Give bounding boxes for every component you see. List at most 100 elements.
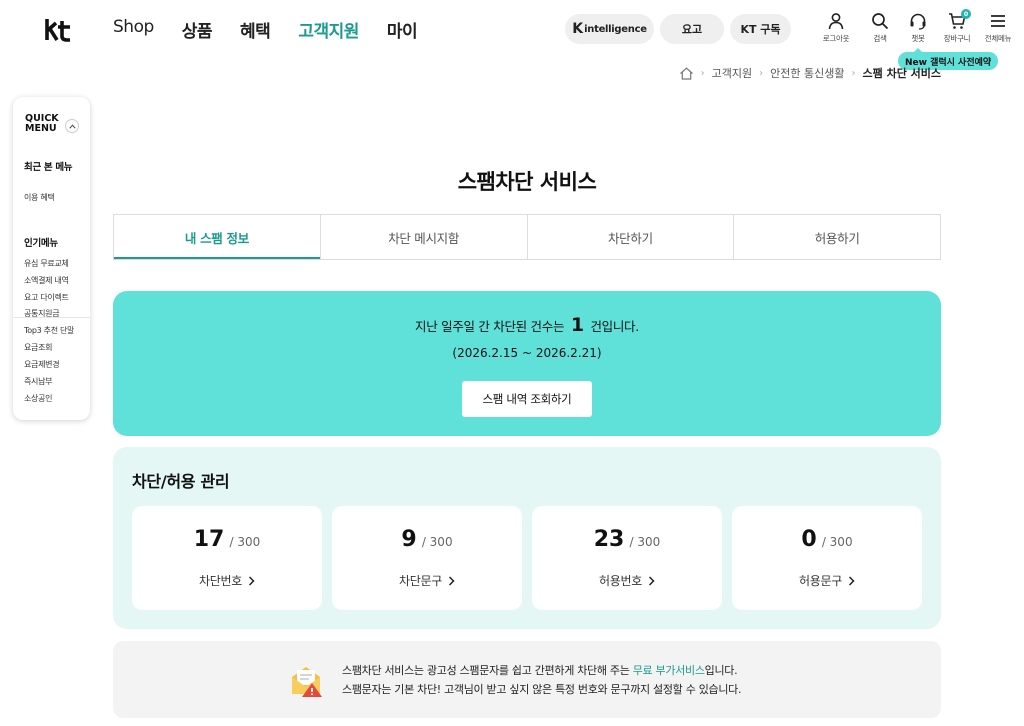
- quick-menu-title-line-2: MENU: [25, 123, 57, 134]
- nav-shop[interactable]: Shop: [113, 17, 154, 42]
- card-count: 0 / 300: [732, 527, 922, 552]
- chevron-up-icon: [68, 123, 76, 129]
- blocked-phrases-count: 9: [401, 527, 417, 552]
- nav-products[interactable]: 상품: [182, 17, 213, 42]
- nav-benefits[interactable]: 혜택: [240, 17, 271, 42]
- allowed-phrases-card[interactable]: 0 / 300 허용문구: [732, 506, 922, 610]
- block-count-value: 1: [570, 314, 584, 336]
- k-intelligence-label: intelligence: [584, 23, 647, 35]
- chatbot-label: 챗봇: [911, 34, 925, 43]
- blocked-phrases-label: 차단문구: [399, 574, 442, 588]
- service-info-line-1-prefix: 스팸차단 서비스는 광고성 스팸문자를 쉽고 간편하게 차단해 주는: [342, 664, 630, 677]
- search-label: 검색: [873, 34, 887, 43]
- logout-label: 로그아웃: [822, 34, 850, 43]
- main-nav: Shop 상품 혜택 고객지원 마이: [113, 17, 445, 42]
- allowed-numbers-limit: / 300: [629, 535, 661, 549]
- popular-menu-item[interactable]: 요금조회: [24, 342, 53, 353]
- all-menu-button[interactable]: 전체메뉴: [978, 12, 1018, 44]
- nav-customer-support[interactable]: 고객지원: [298, 17, 359, 42]
- search-icon: [872, 13, 889, 30]
- service-info-line-1: 스팸차단 서비스는 광고성 스팸문자를 쉽고 간편하게 차단해 주는 무료 부가…: [342, 662, 738, 678]
- k-intelligence-button[interactable]: K intelligence: [565, 14, 654, 44]
- blocked-numbers-card[interactable]: 17 / 300 차단번호: [132, 506, 322, 610]
- block-allow-management: 차단/허용 관리 17 / 300 차단번호 9 / 300 차단문구 23 /…: [113, 447, 941, 629]
- hamburger-icon: [991, 15, 1005, 27]
- logout-button[interactable]: 로그아웃: [816, 12, 856, 44]
- chevron-right-icon: [448, 576, 455, 586]
- user-icon: [828, 13, 844, 30]
- breadcrumb-separator: ›: [700, 67, 705, 79]
- block-period: (2026.2.15 ~ 2026.2.21): [452, 346, 602, 360]
- popular-menu-item[interactable]: 소상공인: [24, 393, 53, 404]
- spam-envelope-icon: [292, 667, 322, 697]
- recent-menu-heading: 최근 본 메뉴: [24, 162, 73, 173]
- popular-menu-item[interactable]: 즉시납부: [24, 376, 53, 387]
- breadcrumb-customer-support[interactable]: 고객지원: [712, 65, 752, 81]
- breadcrumb: › 고객지원 › 안전한 통신생활 › 스팸 차단 서비스: [679, 65, 941, 81]
- breadcrumb-separator: ›: [759, 67, 764, 79]
- popular-menu-item[interactable]: 공통지원금: [24, 308, 60, 319]
- yogo-button[interactable]: 요고: [660, 14, 724, 44]
- kt-subscribe-button[interactable]: KT 구독: [730, 14, 791, 44]
- chevron-right-icon: [248, 576, 255, 586]
- recent-menu-item[interactable]: 이용 혜택: [24, 192, 55, 203]
- cart-label: 장바구니: [943, 34, 971, 43]
- quick-menu-title: QUICK MENU: [25, 114, 59, 134]
- breadcrumb-separator: ›: [851, 67, 856, 79]
- popular-menu-item[interactable]: 유심 무료교체: [24, 258, 69, 269]
- blocked-phrases-card[interactable]: 9 / 300 차단문구: [332, 506, 522, 610]
- tab-blocked-messages[interactable]: 차단 메시지함: [321, 215, 528, 259]
- page-title: 스팸차단 서비스: [457, 170, 597, 194]
- allowed-numbers-label: 허용번호: [599, 574, 642, 588]
- block-count-prefix: 지난 일주일 간 차단된 건수는: [415, 319, 565, 334]
- tab-my-spam-info[interactable]: 내 스팸 정보: [114, 215, 321, 259]
- blocked-numbers-count: 17: [193, 527, 225, 552]
- allowed-numbers-count: 23: [593, 527, 625, 552]
- management-title: 차단/허용 관리: [132, 472, 230, 491]
- tab-allow[interactable]: 허용하기: [734, 215, 940, 259]
- k-intelligence-mark: K: [572, 21, 584, 37]
- breadcrumb-current: 스팸 차단 서비스: [862, 67, 942, 80]
- headset-icon: [910, 13, 926, 30]
- chevron-right-icon: [648, 576, 655, 586]
- allowed-numbers-card[interactable]: 23 / 300 허용번호: [532, 506, 722, 610]
- breadcrumb-safe-communication[interactable]: 안전한 통신생활: [770, 65, 844, 81]
- nav-my[interactable]: 마이: [387, 17, 418, 42]
- quick-menu: QUICK MENU 최근 본 메뉴 이용 혜택 인기메뉴 유심 무료교체 소액…: [13, 97, 90, 420]
- service-info-line-2: 스팸문자는 기본 차단! 고객님이 받고 싶지 않은 특정 번호와 문구까지 설…: [342, 683, 742, 696]
- search-button[interactable]: 검색: [860, 12, 900, 44]
- popular-menu-item[interactable]: 요금제변경: [24, 359, 60, 370]
- popular-menu-item[interactable]: 소액결제 내역: [24, 275, 69, 286]
- free-service-highlight: 무료 부가서비스: [632, 664, 705, 677]
- all-menu-label: 전체메뉴: [984, 34, 1012, 43]
- service-info-box: 스팸차단 서비스는 광고성 스팸문자를 쉽고 간편하게 차단해 주는 무료 부가…: [113, 641, 941, 718]
- card-label: 차단문구: [332, 572, 522, 589]
- card-count: 9 / 300: [332, 527, 522, 552]
- popular-menu-item[interactable]: Top3 추천 단말: [24, 325, 74, 336]
- card-label: 허용문구: [732, 572, 922, 589]
- card-label: 차단번호: [132, 572, 322, 589]
- block-count-suffix: 건입니다.: [590, 319, 639, 334]
- popular-menu-heading: 인기메뉴: [24, 238, 58, 249]
- card-label: 허용번호: [532, 572, 722, 589]
- cart-count-badge: 0: [961, 9, 971, 19]
- card-count: 17 / 300: [132, 527, 322, 552]
- blocked-phrases-limit: / 300: [421, 535, 453, 549]
- spam-tabs: 내 스팸 정보 차단 메시지함 차단하기 허용하기: [113, 214, 941, 260]
- quick-menu-collapse-button[interactable]: [65, 119, 79, 133]
- view-spam-history-button[interactable]: 스팸 내역 조회하기: [462, 381, 592, 417]
- allowed-phrases-label: 허용문구: [799, 574, 842, 588]
- home-icon[interactable]: [679, 66, 694, 80]
- service-info-line-1-suffix: 입니다.: [704, 664, 738, 677]
- blocked-numbers-label: 차단번호: [199, 574, 242, 588]
- blocked-numbers-limit: / 300: [229, 535, 261, 549]
- allowed-phrases-count: 0: [801, 527, 817, 552]
- weekly-block-summary: 지난 일주일 간 차단된 건수는 1 건입니다. (2026.2.15 ~ 20…: [113, 291, 941, 436]
- popular-menu-item[interactable]: 요고 다이렉트: [24, 292, 69, 303]
- card-count: 23 / 300: [532, 527, 722, 552]
- tab-block[interactable]: 차단하기: [528, 215, 735, 259]
- cart-button[interactable]: 0 장바구니: [937, 9, 977, 44]
- chatbot-button[interactable]: 챗봇: [898, 12, 938, 44]
- block-count-message: 지난 일주일 간 차단된 건수는 1 건입니다.: [113, 314, 941, 336]
- kt-logo[interactable]: [43, 14, 73, 44]
